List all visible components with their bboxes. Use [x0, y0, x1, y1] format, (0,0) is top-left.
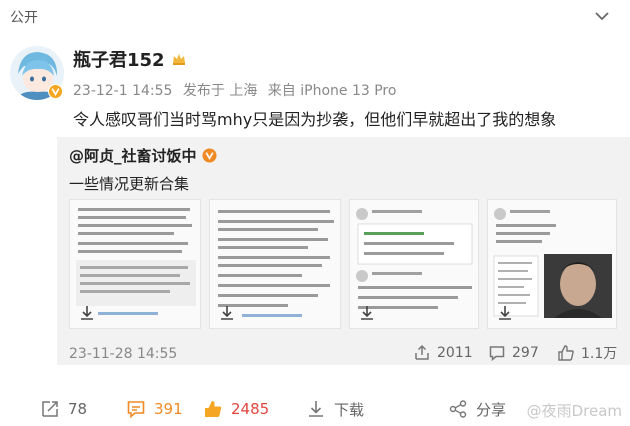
download-label: 下载: [334, 400, 365, 419]
repost-like-value: 1.1万: [581, 346, 618, 362]
top-bar: 公开: [0, 0, 630, 34]
image-thumbnail-1[interactable]: [69, 199, 201, 329]
repost-author[interactable]: @阿贞_社畜讨饭中: [69, 145, 197, 166]
thumbs-up-icon: [558, 345, 574, 361]
repost-author-row: @阿贞_社畜讨饭中: [69, 145, 217, 166]
verified-badge-icon: [48, 84, 63, 99]
repost-text: 一些情况更新合集: [69, 175, 190, 193]
post-device: 来自 iPhone 13 Pro: [267, 83, 397, 99]
comment-icon: [489, 346, 505, 362]
repost-comment-value: 297: [512, 345, 539, 361]
repost-time: 23-11-28 14:55: [69, 346, 178, 362]
watermark: @夜雨Dream: [526, 402, 622, 420]
verified-badge-icon: [201, 148, 217, 163]
comment-icon: [127, 401, 145, 419]
repost-comment-count[interactable]: 297: [488, 343, 539, 363]
image-thumbnail-2[interactable]: [209, 199, 341, 329]
post-text: 令人感叹哥们当时骂mhy只是因为抄袭，但他们早就超出了我的想象: [73, 110, 557, 129]
download-icon[interactable]: [358, 304, 376, 322]
download-icon[interactable]: [496, 304, 514, 322]
image-thumbnail-3[interactable]: [349, 199, 479, 329]
name-row: 瓶子君152: [73, 46, 187, 72]
repost-like-count[interactable]: 1.1万: [557, 343, 617, 363]
download-button[interactable]: 下载: [306, 398, 364, 420]
chevron-down-icon[interactable]: [592, 6, 612, 26]
image-thumbnail-4[interactable]: [487, 199, 617, 329]
share-icon: [415, 344, 429, 360]
visibility-label[interactable]: 公开: [10, 7, 38, 27]
thumbs-up-icon: [205, 401, 222, 417]
like-button[interactable]: 2485: [203, 398, 269, 420]
repost-card[interactable]: @阿贞_社畜讨饭中 一些情况更新合集 23-11-28 14:55 2011 2…: [57, 137, 630, 365]
post-meta: 23-12-1 14:55 发布于 上海 来自 iPhone 13 Pro: [73, 80, 402, 100]
repost-share-value: 2011: [437, 345, 473, 361]
share-icon: [42, 401, 58, 417]
download-icon: [309, 401, 323, 417]
username[interactable]: 瓶子君152: [73, 46, 165, 72]
share-button[interactable]: 78: [40, 398, 87, 420]
share-count: 78: [68, 400, 88, 418]
more-share-button[interactable]: 分享: [448, 398, 506, 420]
download-icon[interactable]: [78, 304, 96, 322]
repost-share-count[interactable]: 2011: [413, 343, 473, 363]
share-network-icon: [449, 400, 467, 418]
like-count: 2485: [231, 400, 270, 418]
crown-level-icon[interactable]: [171, 51, 187, 67]
more-share-label: 分享: [476, 400, 507, 419]
comment-count: 391: [154, 400, 183, 418]
comment-button[interactable]: 391: [126, 398, 183, 420]
post-date: 23-12-1 14:55: [73, 83, 173, 99]
download-icon[interactable]: [218, 304, 236, 322]
post-location: 发布于 上海: [182, 83, 258, 99]
